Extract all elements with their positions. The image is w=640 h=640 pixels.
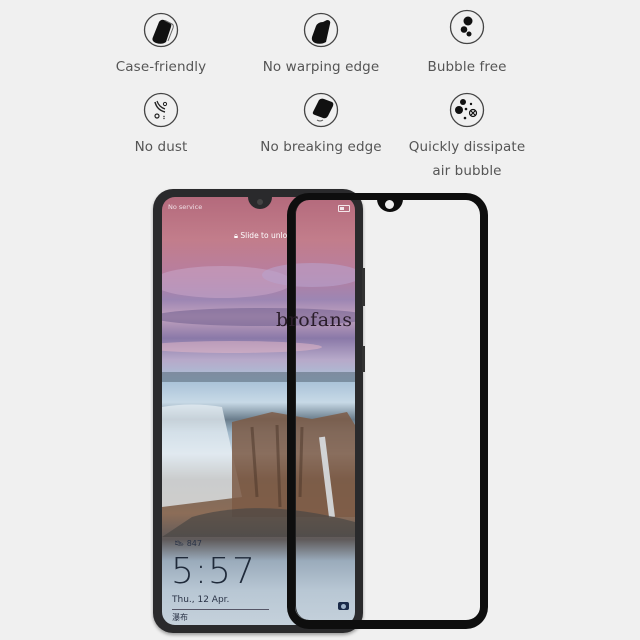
bubble-free-icon (449, 9, 485, 45)
battery-icon (338, 205, 350, 212)
step-count: 👟︎ 847 (174, 539, 202, 548)
wallpaper-title: 瀑布 (172, 613, 188, 622)
feature-label: Case-friendly (115, 59, 207, 75)
feature-label: Quickly dissipate air bubble (387, 135, 547, 183)
feature-label: No warping edge (262, 59, 380, 75)
tempered-glass-protector (287, 193, 488, 629)
camera-shortcut-icon[interactable] (338, 602, 349, 610)
feature-no-breaking-edge: No breaking edge (241, 92, 401, 159)
lock-clock: 5:57 (171, 551, 256, 592)
case-friendly-icon (143, 12, 179, 48)
no-breaking-edge-icon (303, 92, 339, 128)
status-carrier: No service (168, 203, 203, 211)
feature-label-line1: Quickly dissipate (408, 139, 526, 155)
no-warping-edge-icon (303, 12, 339, 48)
feature-label: No breaking edge (260, 139, 382, 155)
divider (172, 609, 269, 610)
feature-label: No dust (134, 139, 188, 155)
feature-label-line2: air bubble (432, 163, 502, 179)
dissipate-bubble-icon (449, 92, 485, 128)
shoe-icon: 👟︎ (174, 539, 187, 548)
feature-no-dust: No dust (81, 92, 241, 159)
feature-no-warping-edge: No warping edge (241, 12, 401, 79)
no-dust-icon (143, 92, 179, 128)
feature-label: Bubble free (427, 59, 507, 75)
feature-case-friendly: Case-friendly (81, 12, 241, 79)
feature-dissipate-air-bubble: Quickly dissipate air bubble (387, 92, 547, 183)
watermark: brofans (276, 309, 353, 331)
lock-date: Thu., 12 Apr. (172, 595, 230, 605)
feature-bubble-free: Bubble free (387, 9, 547, 79)
